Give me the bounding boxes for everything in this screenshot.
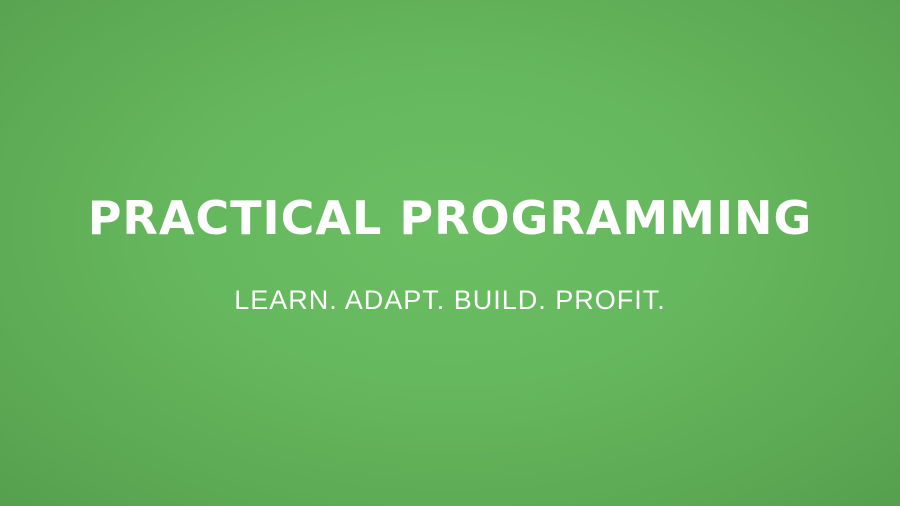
slide-title: PRACTICAL PROGRAMMING — [87, 191, 813, 245]
title-slide: PRACTICAL PROGRAMMING LEARN. ADAPT. BUIL… — [0, 0, 900, 506]
slide-tagline: LEARN. ADAPT. BUILD. PROFIT. — [234, 285, 666, 315]
